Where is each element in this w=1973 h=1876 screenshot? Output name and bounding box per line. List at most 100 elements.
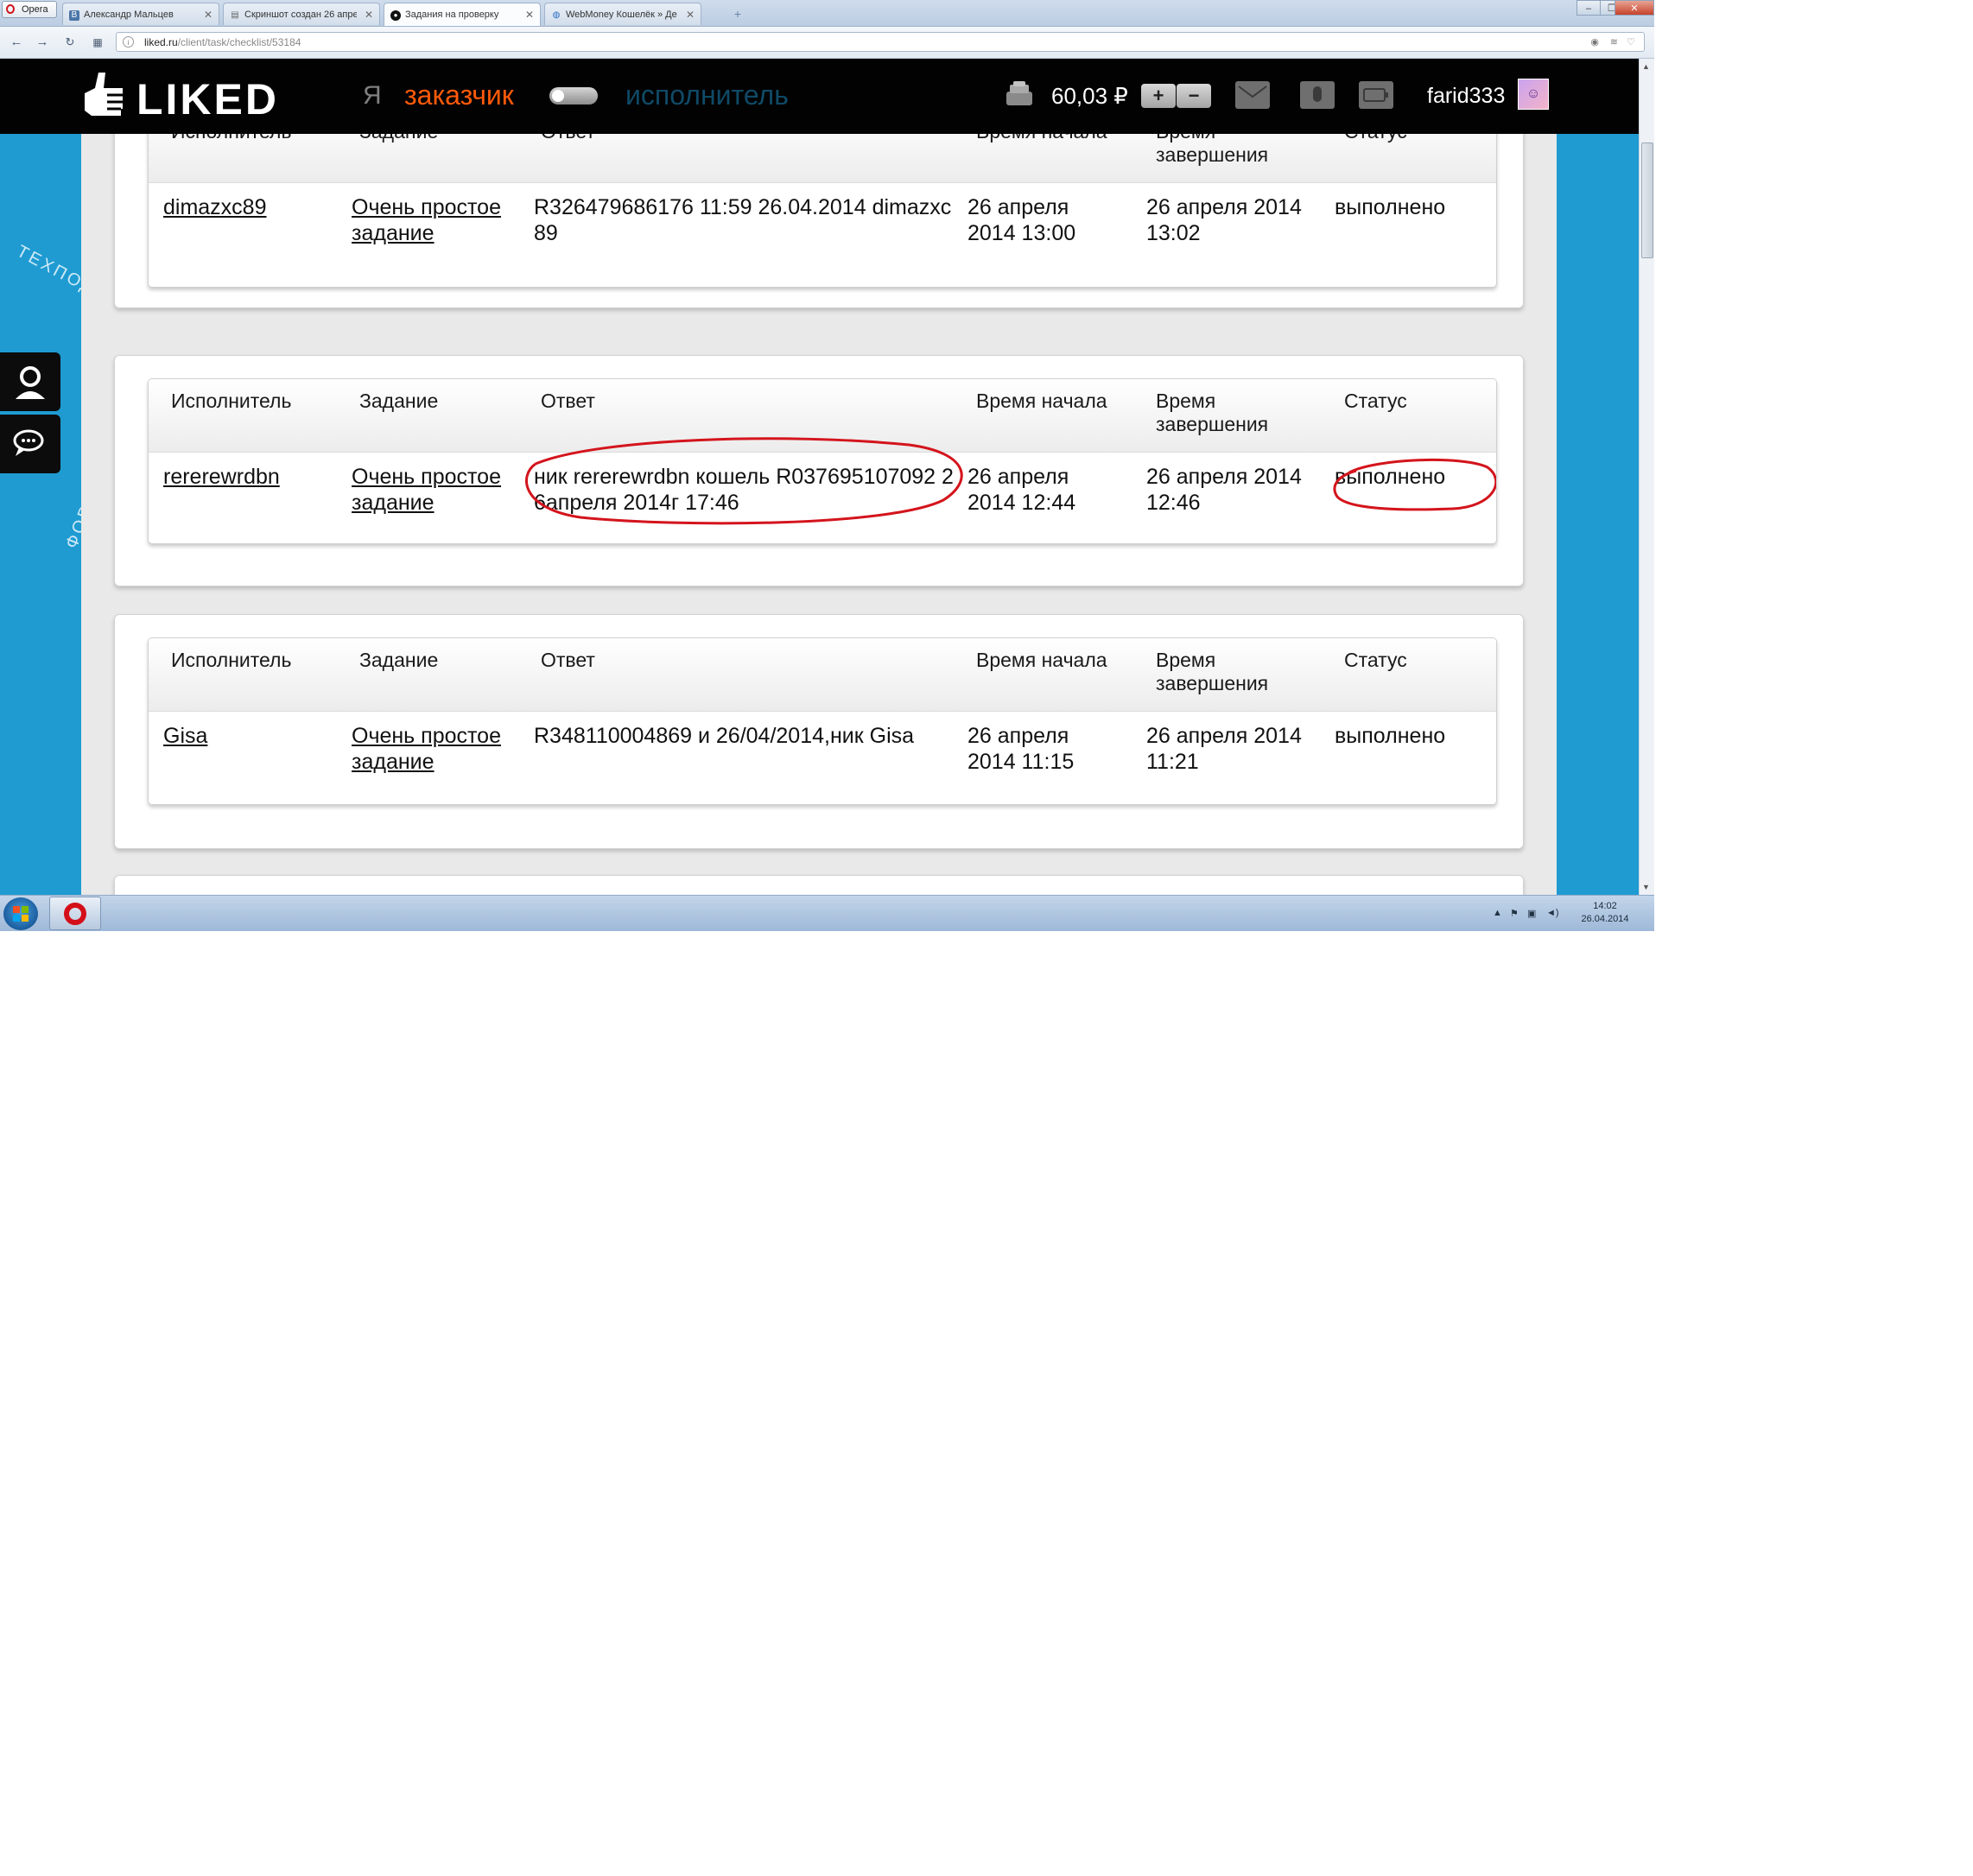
answer-text: R326479686176 11:59 26.04.2014 dimazxc89: [534, 195, 952, 245]
scrollbar-thumb[interactable]: [1641, 143, 1653, 258]
result-table: Исполнитель Задание Ответ Время начала В…: [148, 109, 1497, 288]
col-task-header: Задание: [359, 649, 439, 671]
url-domain: liked.ru: [144, 36, 178, 48]
mode-executor-link[interactable]: исполнитель: [625, 79, 789, 111]
clock-date: 26.04.2014: [1581, 914, 1629, 924]
opera-menu-label: Opera: [22, 4, 48, 15]
reload-icon[interactable]: ↻: [62, 35, 78, 50]
start-button[interactable]: [3, 897, 38, 930]
tab-close-icon[interactable]: ✕: [686, 9, 695, 21]
table-header: Исполнитель Задание Ответ Время начала В…: [149, 638, 1496, 712]
site-logo[interactable]: LIKED: [136, 74, 279, 124]
action-center-flag-icon[interactable]: ⚑: [1510, 908, 1519, 919]
tab-close-icon[interactable]: ✕: [525, 9, 534, 21]
liked-icon: ●: [390, 10, 401, 21]
col-start-header: Время начала: [976, 649, 1107, 671]
url-field[interactable]: i liked.ru/client/task/checklist/53184 ◉…: [116, 32, 1645, 52]
checklist-card: Исполнитель Задание Ответ Время начала В…: [114, 355, 1524, 586]
operator-icon: [16, 366, 45, 399]
username[interactable]: farid333: [1427, 84, 1505, 109]
avatar[interactable]: ☺: [1518, 79, 1549, 110]
page-viewport: LIKED Я заказчик исполнитель 60,03 ₽ + −: [0, 59, 1639, 895]
add-funds-button[interactable]: +: [1141, 84, 1176, 108]
tab-title: Александр Мальцев: [84, 10, 174, 20]
mode-customer-link[interactable]: заказчик: [404, 79, 514, 111]
url-path: /client/task/checklist/53184: [177, 36, 301, 48]
minimize-icon[interactable]: –: [1576, 0, 1601, 16]
new-tab-icon[interactable]: +: [731, 7, 745, 21]
tab-vk[interactable]: B Александр Мальцев ✕: [62, 3, 219, 25]
opera-icon: [6, 4, 15, 14]
url-text: liked.ru/client/task/checklist/53184: [144, 36, 301, 48]
toggle-knob: [552, 90, 564, 102]
speed-dial-icon[interactable]: ▦: [90, 35, 105, 50]
site-header: LIKED Я заказчик исполнитель 60,03 ₽ + −: [0, 59, 1639, 134]
status-text: выполнено: [1335, 724, 1446, 748]
end-time: 26 апреля 2014 11:21: [1146, 724, 1302, 774]
checklist-card: Исполнитель Задание Ответ Время начала В…: [114, 108, 1524, 308]
wallet-icon[interactable]: [1005, 81, 1034, 107]
extension-icon[interactable]: ◉: [1590, 36, 1599, 48]
col-answer-header: Ответ: [541, 649, 595, 671]
forum-button[interactable]: [0, 415, 60, 473]
tab-title: Задания на проверку: [405, 10, 499, 20]
checklist-card: [114, 875, 1524, 895]
tab-checklist[interactable]: ● Задания на проверку ✕: [384, 3, 541, 26]
system-clock[interactable]: 14:02 26.04.2014: [1570, 900, 1640, 926]
vk-icon: B: [69, 10, 79, 21]
mode-toggle[interactable]: [549, 87, 598, 105]
scroll-up-icon[interactable]: ▲: [1642, 62, 1650, 71]
tab-title: WebMoney Кошелёк » Де: [566, 10, 677, 20]
status-text: выполнено: [1335, 195, 1446, 219]
tab-bar: Opera B Александр Мальцев ✕ ▤ Скриншот с…: [0, 0, 1654, 27]
col-end-header: Время завершения: [1156, 649, 1269, 694]
opera-icon: [64, 903, 86, 925]
browser-window: Opera B Александр Мальцев ✕ ▤ Скриншот с…: [0, 0, 1654, 931]
executor-link[interactable]: dimazxc89: [163, 194, 267, 220]
mode-prefix: Я: [363, 81, 382, 110]
status-highlight-circle: [1333, 458, 1496, 511]
red-annotation-circles: [524, 437, 1496, 525]
balance-value: 60,03 ₽: [1051, 83, 1128, 109]
network-icon[interactable]: ▣: [1527, 908, 1536, 919]
withdraw-button[interactable]: −: [1177, 84, 1211, 108]
volume-icon[interactable]: ◄): [1546, 908, 1559, 918]
tab-close-icon[interactable]: ✕: [204, 9, 213, 21]
tab-title: Скриншот создан 26 апре: [244, 10, 357, 20]
document-icon: ▤: [231, 10, 239, 20]
task-link[interactable]: Очень простое задание: [352, 194, 516, 246]
tab-screenshot[interactable]: ▤ Скриншот создан 26 апре ✕: [223, 3, 380, 25]
checklist-card: Исполнитель Задание Ответ Время начала В…: [114, 614, 1524, 849]
scroll-down-icon[interactable]: ▼: [1642, 883, 1650, 891]
task-link[interactable]: Очень простое задание: [352, 723, 516, 775]
opera-menu-button[interactable]: Opera: [2, 1, 57, 18]
clock-time: 14:02: [1593, 901, 1617, 911]
back-icon[interactable]: ←: [9, 35, 24, 50]
address-bar: ← → ↻ ▦ i liked.ru/client/task/checklist…: [0, 27, 1654, 59]
feed-icon[interactable]: ≋: [1610, 36, 1618, 48]
mouse-icon[interactable]: [1300, 81, 1335, 109]
windows-logo-icon: [13, 906, 29, 922]
executor-link[interactable]: Gisa: [163, 723, 207, 749]
tab-webmoney[interactable]: ◍ WebMoney Кошелёк » Де ✕: [544, 3, 701, 25]
site-info-icon[interactable]: i: [123, 36, 134, 48]
chat-icon: [13, 429, 44, 456]
result-table: Исполнитель Задание Ответ Время начала В…: [148, 637, 1497, 805]
answer-highlight-circle: [524, 437, 963, 525]
close-window-icon[interactable]: ✕: [1615, 0, 1654, 16]
start-time: 26 апреля 2014 11:15: [967, 724, 1075, 774]
mail-icon[interactable]: [1235, 81, 1270, 109]
result-table: Исполнитель Задание Ответ Время начала В…: [148, 378, 1497, 544]
webmoney-icon: ◍: [552, 10, 561, 20]
content-column: Исполнитель Задание Ответ Время начала В…: [81, 108, 1557, 895]
tab-close-icon[interactable]: ✕: [365, 9, 373, 21]
forward-icon[interactable]: →: [35, 35, 50, 50]
taskbar-opera-button[interactable]: [49, 897, 101, 930]
battery-icon[interactable]: [1359, 81, 1393, 109]
thumbs-up-logo-icon[interactable]: [83, 71, 126, 121]
bookmark-heart-icon[interactable]: ♡: [1627, 36, 1635, 48]
tray-expand-icon[interactable]: ▲: [1493, 908, 1502, 918]
support-button[interactable]: [0, 352, 60, 411]
end-time: 26 апреля 2014 13:02: [1146, 195, 1302, 245]
page-scrollbar[interactable]: ▲ ▼: [1639, 59, 1654, 895]
